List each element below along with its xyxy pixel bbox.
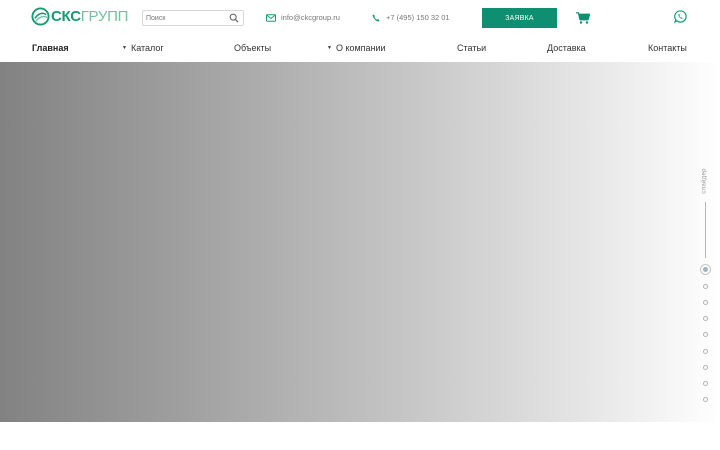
slider-dot[interactable] bbox=[703, 349, 708, 354]
logo[interactable]: СКСГРУПП bbox=[31, 6, 128, 26]
logo-text-bold: СКС bbox=[51, 7, 81, 25]
nav-item-objects[interactable]: Объекты bbox=[234, 43, 271, 53]
nav-item-catalog[interactable]: ▼ Каталог bbox=[122, 43, 164, 53]
order-button[interactable]: Заявка bbox=[482, 8, 557, 28]
slider-label: слайдер bbox=[702, 168, 710, 198]
nav-item-label: Контакты bbox=[648, 43, 687, 53]
nav-item-about[interactable]: ▼ О компании bbox=[327, 43, 386, 53]
slider-dot[interactable] bbox=[703, 300, 708, 305]
phone-link[interactable]: +7 (495) 150 32 01 bbox=[372, 13, 450, 22]
email-link[interactable]: info@ckcgroup.ru bbox=[266, 13, 340, 22]
slider-dot[interactable] bbox=[703, 316, 708, 321]
search-icon[interactable] bbox=[229, 13, 239, 23]
nav-item-label: Главная bbox=[32, 43, 69, 53]
logo-text-thin: ГРУПП bbox=[80, 7, 129, 25]
nav-item-contacts[interactable]: Контакты bbox=[648, 43, 687, 53]
chevron-down-icon: ▼ bbox=[327, 45, 332, 51]
logo-icon bbox=[31, 6, 50, 26]
slider-dot[interactable] bbox=[703, 332, 708, 337]
nav-item-delivery[interactable]: Доставка bbox=[547, 43, 586, 53]
nav-item-label: Доставка bbox=[547, 43, 586, 53]
phone-text: +7 (495) 150 32 01 bbox=[386, 13, 450, 22]
main-nav: Главная ▼ Каталог Объекты ▼ О компании С… bbox=[0, 36, 720, 62]
slider-dot[interactable] bbox=[703, 365, 708, 370]
cart-icon[interactable] bbox=[576, 12, 590, 24]
nav-item-label: Объекты bbox=[234, 43, 272, 53]
nav-item-label: Статьи bbox=[457, 43, 487, 53]
envelope-icon bbox=[266, 13, 276, 22]
phone-icon bbox=[372, 13, 380, 22]
hero-slider[interactable] bbox=[0, 62, 720, 422]
nav-item-label: О компании bbox=[335, 43, 386, 53]
logo-text: СКСГРУПП bbox=[51, 8, 128, 25]
nav-item-label: Каталог bbox=[130, 43, 164, 53]
slider-dot[interactable] bbox=[703, 284, 708, 289]
whatsapp-icon[interactable] bbox=[674, 10, 687, 23]
slider-label-text: слайдер bbox=[701, 168, 708, 194]
slider-dot[interactable] bbox=[703, 381, 708, 386]
search-input[interactable] bbox=[146, 12, 228, 24]
nav-item-articles[interactable]: Статьи bbox=[457, 43, 486, 53]
header: СКСГРУПП info@ckcgroup.ru +7 (495) 150 3… bbox=[0, 0, 720, 36]
chevron-down-icon: ▼ bbox=[122, 45, 127, 51]
email-text: info@ckcgroup.ru bbox=[281, 13, 340, 22]
slider-dot[interactable] bbox=[700, 264, 711, 275]
nav-item-home[interactable]: Главная bbox=[32, 43, 69, 53]
search-box bbox=[142, 10, 244, 26]
slider-line bbox=[705, 202, 706, 258]
slider-dot[interactable] bbox=[703, 397, 708, 402]
